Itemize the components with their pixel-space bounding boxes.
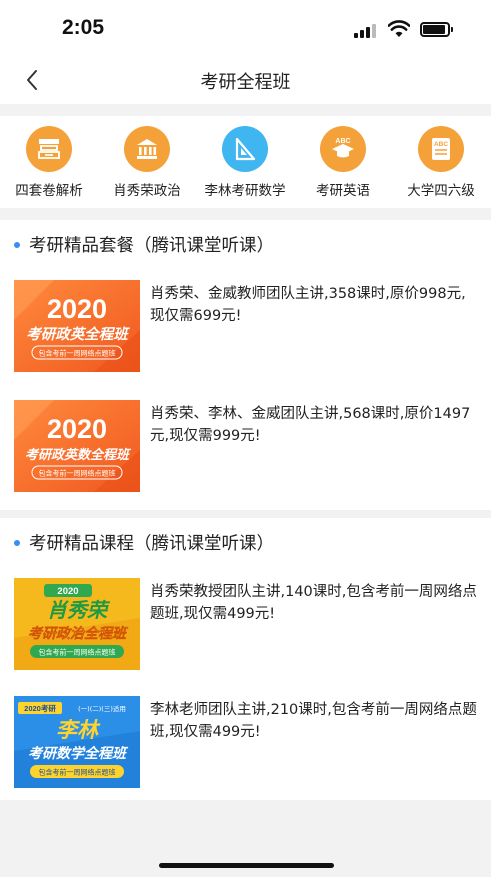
cellular-signal-icon <box>354 24 378 38</box>
thumb-teacher: 李林 <box>56 718 101 742</box>
category-label: 李林考研数学 <box>204 183 286 199</box>
category-item-four-papers[interactable]: 四套卷解析 <box>0 126 98 199</box>
course-thumbnail: 2020考研 (一)(二)(三)适用 李林 考研数学全程班 包含考前一周网络点题… <box>14 696 140 788</box>
course-item[interactable]: 2020考研 (一)(二)(三)适用 李林 考研数学全程班 包含考前一周网络点题… <box>14 696 479 788</box>
thumb-subtitle: 包含考前一周网络点题班 <box>39 768 116 777</box>
category-item-politics[interactable]: 肖秀荣政治 <box>98 126 196 199</box>
home-indicator <box>159 863 334 868</box>
section-header: 考研精品套餐（腾讯课堂听课） <box>14 232 274 257</box>
category-item-math[interactable]: 李林考研数学 <box>196 126 294 199</box>
wifi-icon <box>388 20 410 37</box>
category-item-english[interactable]: ABC 考研英语 <box>294 126 392 199</box>
course-description: 肖秀荣教授团队主讲,140课时,包含考前一周网络点题班,现仅需499元! <box>150 584 477 622</box>
thumb-title: 考研政治全程班 <box>28 625 129 642</box>
thumb-year: 2020考研 <box>24 703 56 713</box>
abc-cap-icon: ABC <box>320 126 366 172</box>
section-packages: 考研精品套餐（腾讯课堂听课） 2020 考研政英全程班 包含考前一周网络点题班 … <box>0 220 491 510</box>
section-header: 考研精品课程（腾讯课堂听课） <box>14 530 274 555</box>
navigation-bar: 考研全程班 <box>0 58 491 104</box>
thumb-title: 考研数学全程班 <box>28 745 129 762</box>
bank-building-icon <box>124 126 170 172</box>
thumb-title: 考研政英数全程班 <box>25 447 132 463</box>
course-thumbnail: 2020 考研政英全程班 包含考前一周网络点题班 <box>14 280 140 372</box>
category-label: 肖秀荣政治 <box>113 183 181 199</box>
status-time: 2:05 <box>62 16 105 39</box>
thumb-subtitle: 包含考前一周网络点题班 <box>39 469 116 478</box>
abc-book-icon: ABC <box>418 126 464 172</box>
category-row: 四套卷解析 肖秀荣政治 李林考研数学 ABC 考研英语 ABC 大学四六级 <box>0 116 491 208</box>
course-description: 肖秀荣、金威教师团队主讲,358课时,原价998元,现仅需699元! <box>150 286 466 324</box>
thumb-year: 2020 <box>47 294 107 324</box>
thumb-subtitle: 包含考前一周网络点题班 <box>39 648 116 657</box>
thumb-teacher: 肖秀荣 <box>47 598 111 622</box>
course-description: 李林老师团队主讲,210课时,包含考前一周网络点题班,现仅需499元! <box>150 702 477 740</box>
section-title: 考研精品课程（腾讯课堂听课） <box>29 534 274 554</box>
svg-text:ABC: ABC <box>335 138 350 145</box>
category-label: 大学四六级 <box>407 183 475 199</box>
section-courses: 考研精品课程（腾讯课堂听课） 2020 肖秀荣 考研政治全程班 包含考前一周网络… <box>0 518 491 800</box>
course-thumbnail: 2020 考研政英数全程班 包含考前一周网络点题班 <box>14 400 140 492</box>
page-title: 考研全程班 <box>200 72 291 93</box>
category-item-cet[interactable]: ABC 大学四六级 <box>392 126 490 199</box>
thumb-year: 2020 <box>57 586 78 597</box>
ruler-triangle-icon <box>222 126 268 172</box>
course-item[interactable]: 2020 肖秀荣 考研政治全程班 包含考前一周网络点题班 肖秀荣教授团队主讲,1… <box>14 578 479 670</box>
thumb-subtitle: 包含考前一周网络点题班 <box>39 349 116 358</box>
section-title: 考研精品套餐（腾讯课堂听课） <box>29 236 274 256</box>
course-description: 肖秀荣、李林、金威团队主讲,568课时,原价1497元,现仅需999元! <box>150 406 471 444</box>
svg-text:ABC: ABC <box>434 141 448 148</box>
thumb-year: 2020 <box>47 414 107 444</box>
category-label: 考研英语 <box>316 183 370 199</box>
course-item[interactable]: 2020 考研政英全程班 包含考前一周网络点题班 肖秀荣、金威教师团队主讲,35… <box>14 280 479 372</box>
category-label: 四套卷解析 <box>15 183 83 199</box>
battery-icon <box>420 22 453 37</box>
thumb-tag: (一)(二)(三)适用 <box>78 704 126 713</box>
book-stack-icon <box>26 126 72 172</box>
bullet-dot-icon <box>14 241 20 248</box>
thumb-title: 考研政英全程班 <box>26 326 130 343</box>
bullet-dot-icon <box>14 539 20 546</box>
course-thumbnail: 2020 肖秀荣 考研政治全程班 包含考前一周网络点题班 <box>14 578 140 670</box>
status-bar: 2:05 <box>0 0 491 58</box>
course-item[interactable]: 2020 考研政英数全程班 包含考前一周网络点题班 肖秀荣、李林、金威团队主讲,… <box>14 400 479 492</box>
